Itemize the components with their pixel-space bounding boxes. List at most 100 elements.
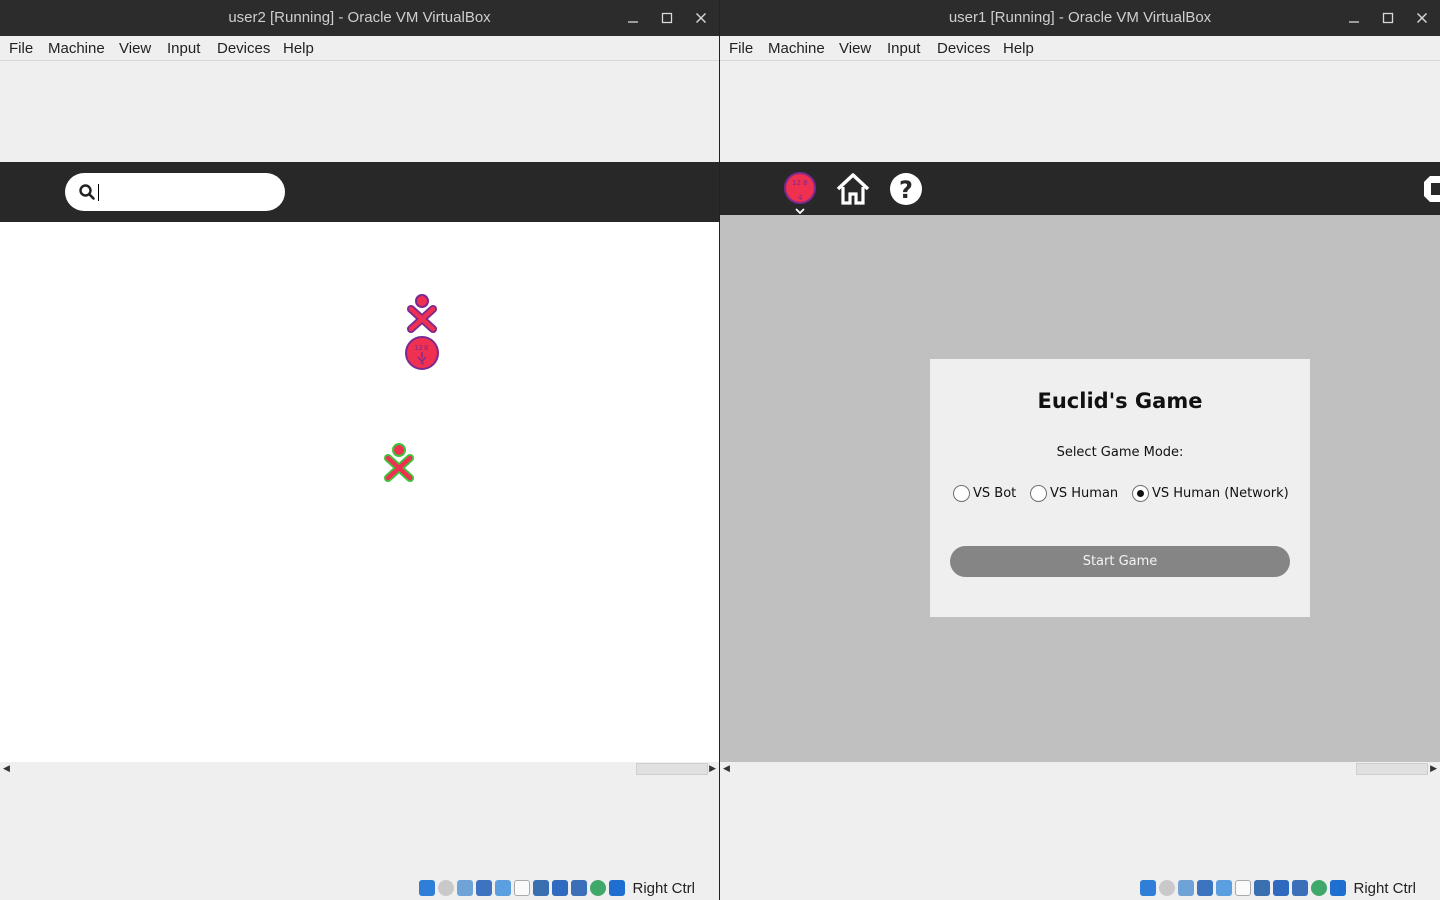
usb-icon[interactable] — [495, 880, 512, 896]
mode-label: Select Game Mode: — [1056, 445, 1184, 460]
close-icon[interactable] — [1412, 8, 1432, 28]
scroll-right-icon[interactable]: ▶ — [1430, 764, 1437, 774]
svg-text:12: 12 — [414, 344, 423, 352]
activity-icon[interactable]: 12 8 4 — [404, 335, 442, 373]
game-canvas[interactable]: Euclid's Game Select Game Mode: VS Bot V… — [720, 215, 1440, 762]
radio-label: VS Human — [1050, 486, 1119, 501]
svg-text:?: ? — [899, 176, 913, 204]
svg-text:12: 12 — [792, 179, 801, 187]
host-key-label: Right Ctrl — [632, 879, 695, 897]
menu-file[interactable]: File — [729, 40, 753, 57]
minimize-icon[interactable] — [623, 8, 643, 28]
host-key-label: Right Ctrl — [1353, 879, 1416, 897]
green-buddy-xo-icon[interactable] — [381, 443, 419, 483]
right-titlebar[interactable]: user1 [Running] - Oracle VM VirtualBox — [720, 0, 1440, 36]
scroll-right-icon[interactable]: ▶ — [709, 764, 716, 774]
radio-label: VS Human (Network) — [1152, 486, 1289, 501]
sugar-toolbar — [0, 162, 719, 222]
activity-icon[interactable]: 12 8 4 — [783, 171, 819, 215]
mouse-integration-icon[interactable] — [1330, 880, 1347, 896]
scroll-track[interactable] — [734, 762, 1428, 776]
text-caret — [98, 184, 99, 201]
radio-circle[interactable] — [1030, 485, 1047, 502]
usb-icon[interactable] — [1216, 880, 1233, 896]
menu-machine[interactable]: Machine — [768, 40, 825, 57]
display-icon[interactable] — [533, 880, 550, 896]
scroll-thumb[interactable] — [636, 763, 708, 775]
game-mode-dialog: Euclid's Game Select Game Mode: VS Bot V… — [930, 359, 1310, 617]
activity-toolbar: 12 8 4 ? — [720, 162, 1440, 215]
video-capture-icon[interactable] — [1273, 880, 1290, 896]
status-indicators: Right Ctrl — [1140, 879, 1416, 897]
left-window-title: user2 [Running] - Oracle VM VirtualBox — [228, 9, 491, 26]
menu-devices[interactable]: Devices — [937, 40, 990, 57]
left-virtualbox-window: user2 [Running] - Oracle VM VirtualBox F… — [0, 0, 719, 900]
shared-folders-icon[interactable] — [514, 880, 531, 896]
buddy-xo-icon[interactable] — [404, 294, 442, 334]
left-horizontal-scrollbar[interactable]: ◀ ▶ — [0, 762, 719, 776]
radio-vs-human-network[interactable]: VS Human (Network) — [1132, 485, 1289, 502]
display-icon[interactable] — [1254, 880, 1271, 896]
maximize-icon[interactable] — [1378, 8, 1398, 28]
home-icon[interactable] — [835, 172, 871, 206]
status-indicators: Right Ctrl — [419, 879, 695, 897]
right-horizontal-scrollbar[interactable]: ◀ ▶ — [720, 762, 1440, 776]
hard-disk-icon[interactable] — [419, 880, 436, 896]
network-icon[interactable] — [476, 880, 493, 896]
hard-disk-icon[interactable] — [1140, 880, 1157, 896]
right-window-title: user1 [Running] - Oracle VM VirtualBox — [948, 9, 1212, 26]
optical-drive-icon[interactable] — [438, 880, 455, 896]
neighborhood-view[interactable]: 12 8 4 — [0, 222, 719, 762]
optical-drive-icon[interactable] — [1159, 880, 1176, 896]
right-statusbar: Right Ctrl — [720, 776, 1440, 900]
radio-vs-human[interactable]: VS Human — [1030, 485, 1118, 502]
game-title: Euclid's Game — [1037, 389, 1203, 413]
network-icon[interactable] — [1197, 880, 1214, 896]
left-titlebar[interactable]: user2 [Running] - Oracle VM VirtualBox — [0, 0, 719, 36]
scroll-track[interactable] — [14, 762, 708, 776]
menu-view[interactable]: View — [119, 40, 151, 57]
menu-machine[interactable]: Machine — [48, 40, 105, 57]
guest-additions-icon[interactable] — [590, 880, 607, 896]
right-virtualbox-window: user1 [Running] - Oracle VM VirtualBox F… — [720, 0, 1440, 900]
audio-icon[interactable] — [457, 880, 474, 896]
start-game-button[interactable]: Start Game — [950, 546, 1290, 577]
left-vm-display[interactable]: 12 8 4 — [0, 61, 719, 762]
search-icon — [79, 184, 95, 200]
menu-help[interactable]: Help — [283, 40, 314, 57]
video-capture-icon[interactable] — [552, 880, 569, 896]
radio-label: VS Bot — [973, 486, 1017, 501]
scroll-left-icon[interactable]: ◀ — [3, 764, 10, 774]
maximize-icon[interactable] — [657, 8, 677, 28]
menu-devices[interactable]: Devices — [217, 40, 270, 57]
virtualization-icon[interactable] — [571, 880, 588, 896]
menu-input[interactable]: Input — [887, 40, 920, 57]
svg-text:4: 4 — [798, 194, 803, 202]
left-menubar: File Machine View Input Devices Help — [0, 36, 719, 61]
radio-vs-bot[interactable]: VS Bot — [953, 485, 1016, 502]
radio-circle-selected[interactable] — [1132, 485, 1149, 502]
right-menubar: File Machine View Input Devices Help — [720, 36, 1440, 61]
menu-file[interactable]: File — [9, 40, 33, 57]
svg-text:8: 8 — [803, 179, 807, 187]
guest-additions-icon[interactable] — [1311, 880, 1328, 896]
search-input[interactable] — [65, 173, 285, 211]
svg-text:8: 8 — [424, 344, 428, 352]
radio-circle[interactable] — [953, 485, 970, 502]
scroll-thumb[interactable] — [1356, 763, 1428, 775]
right-vm-display[interactable]: 12 8 4 ? Euclid's Game Select Game Mode: — [720, 61, 1440, 762]
menu-input[interactable]: Input — [167, 40, 200, 57]
menu-view[interactable]: View — [839, 40, 871, 57]
help-icon[interactable]: ? — [889, 172, 923, 206]
shared-folders-icon[interactable] — [1235, 880, 1252, 896]
mouse-integration-icon[interactable] — [609, 880, 626, 896]
left-statusbar: Right Ctrl — [0, 776, 719, 900]
mode-radio-group: VS Bot VS Human VS Human (Network) — [930, 485, 1310, 505]
menu-help[interactable]: Help — [1003, 40, 1034, 57]
virtualization-icon[interactable] — [1292, 880, 1309, 896]
stop-icon[interactable] — [1422, 174, 1440, 204]
audio-icon[interactable] — [1178, 880, 1195, 896]
scroll-left-icon[interactable]: ◀ — [723, 764, 730, 774]
minimize-icon[interactable] — [1344, 8, 1364, 28]
close-icon[interactable] — [691, 8, 711, 28]
